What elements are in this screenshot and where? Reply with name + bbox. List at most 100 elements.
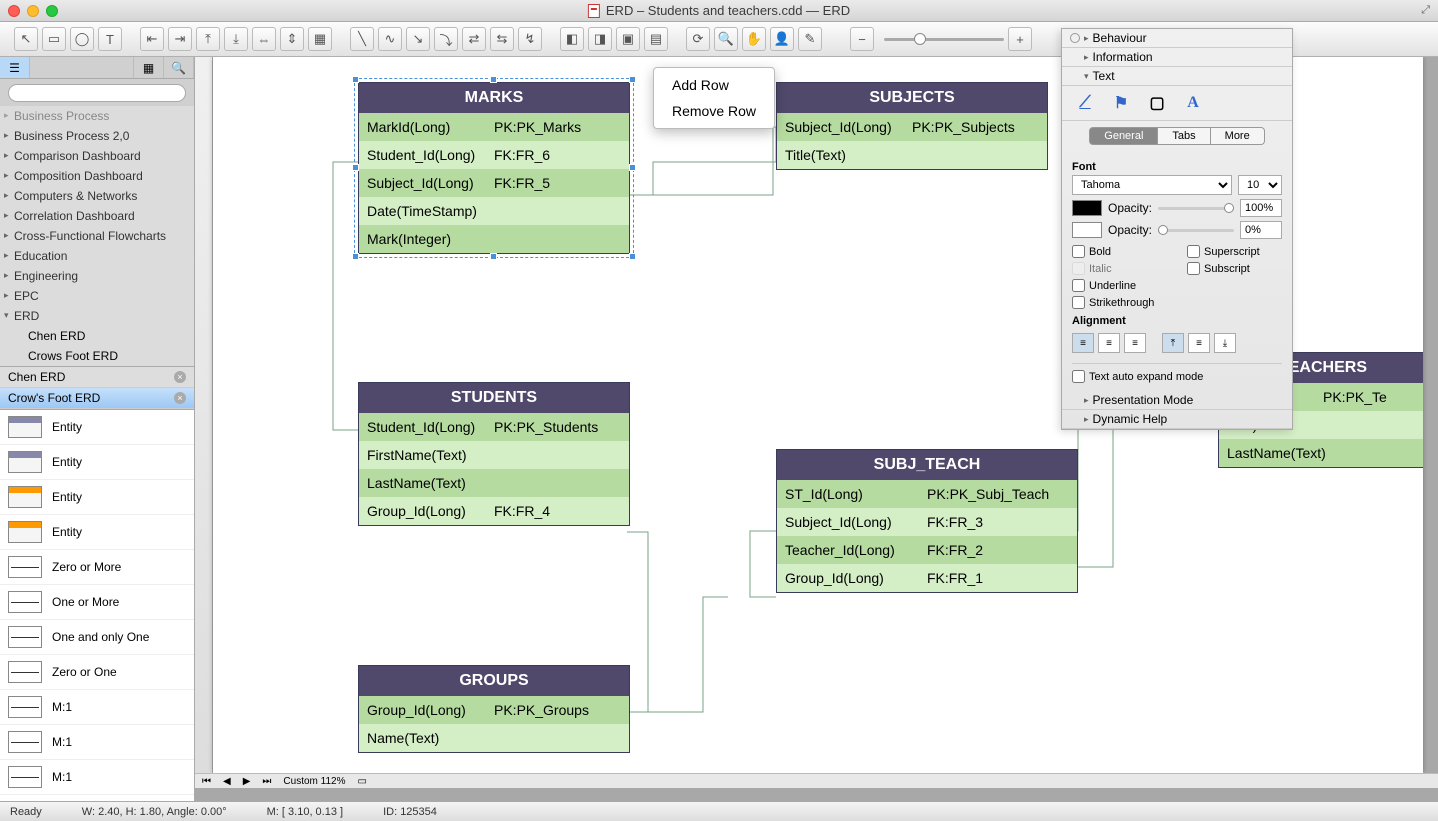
ruler-toggle-icon[interactable]: ▭ — [354, 776, 369, 787]
tree-item-erd[interactable]: ERD — [0, 306, 194, 326]
tree-item[interactable]: Computers & Networks — [0, 186, 194, 206]
table-row[interactable]: FirstName(Text) — [359, 441, 629, 469]
connector-tool-2[interactable]: ⤵ — [434, 27, 458, 51]
opacity-value-fill[interactable] — [1240, 199, 1282, 217]
bold-checkbox[interactable] — [1072, 245, 1085, 258]
erd-table-students[interactable]: STUDENTS Student_Id(Long)PK:PK_Students … — [358, 382, 630, 526]
connector-tool-1[interactable]: ↘ — [406, 27, 430, 51]
tree-item[interactable]: Correlation Dashboard — [0, 206, 194, 226]
inspector-tab-more[interactable]: More — [1211, 127, 1265, 145]
align-tool-3[interactable]: ⤒ — [196, 27, 220, 51]
valign-top-button[interactable]: ⤒ — [1162, 333, 1184, 353]
tree-item[interactable]: Education — [0, 246, 194, 266]
table-row[interactable]: Subject_Id(Long)PK:PK_Subjects — [777, 113, 1047, 141]
stencil-item[interactable]: One or More — [0, 585, 194, 620]
zoom-in-button[interactable]: + — [1008, 27, 1032, 51]
selection-handle[interactable] — [352, 253, 359, 260]
person-tool[interactable]: 👤 — [770, 27, 794, 51]
distribute-tool[interactable]: ▦ — [308, 27, 332, 51]
selection-handle[interactable] — [629, 164, 636, 171]
zoom-tool[interactable]: 🔍 — [714, 27, 738, 51]
layer-tool-3[interactable]: ▣ — [616, 27, 640, 51]
table-row[interactable]: Group_Id(Long)FK:FR_1 — [777, 564, 1077, 592]
zoom-level[interactable]: Custom 112% — [280, 776, 348, 787]
erd-table-subjects[interactable]: SUBJECTS Subject_Id(Long)PK:PK_Subjects … — [776, 82, 1048, 170]
layer-tool-1[interactable]: ◧ — [560, 27, 584, 51]
pointer-tool[interactable]: ↖ — [14, 27, 38, 51]
stencil-item[interactable]: Entity — [0, 480, 194, 515]
stencil-item[interactable]: M:1 — [0, 725, 194, 760]
stencil-item[interactable]: Entity — [0, 410, 194, 445]
opacity-value-line[interactable] — [1240, 221, 1282, 239]
context-menu-remove-row[interactable]: Remove Row — [654, 98, 774, 124]
align-tool-1[interactable]: ⇤ — [140, 27, 164, 51]
font-icon[interactable]: A — [1180, 92, 1206, 114]
opacity-slider-fill[interactable] — [1158, 207, 1234, 210]
inspector-tab-tabs[interactable]: Tabs — [1158, 127, 1210, 145]
library-tab-search-icon[interactable]: 🔍 — [164, 57, 194, 78]
table-row[interactable]: MarkId(Long)PK:PK_Marks — [359, 113, 629, 141]
close-window-button[interactable] — [8, 5, 20, 17]
zoom-out-button[interactable]: − — [850, 27, 874, 51]
library-search-input[interactable] — [8, 84, 186, 102]
scroll-last-icon[interactable]: ⏭ — [259, 776, 274, 787]
table-row[interactable]: Mark(Integer) — [359, 225, 629, 253]
selection-handle[interactable] — [629, 76, 636, 83]
refresh-tool[interactable]: ⟳ — [686, 27, 710, 51]
table-row[interactable]: Group_Id(Long)PK:PK_Groups — [359, 696, 629, 724]
stencil-item[interactable]: Zero or One — [0, 655, 194, 690]
valign-bottom-button[interactable]: ⤓ — [1214, 333, 1236, 353]
tree-item[interactable]: Composition Dashboard — [0, 166, 194, 186]
zoom-slider[interactable] — [884, 38, 1004, 41]
table-row[interactable]: LastName(Text) — [359, 469, 629, 497]
inspector-section-presentation[interactable]: ▸Presentation Mode — [1062, 391, 1292, 410]
horizontal-scrollbar[interactable]: ⏮ ◀ ▶ ⏭ Custom 112% ▭ — [195, 773, 1438, 788]
selection-handle[interactable] — [352, 164, 359, 171]
hand-tool[interactable]: ✋ — [742, 27, 766, 51]
align-right-button[interactable]: ≡ — [1124, 333, 1146, 353]
connector-tool-4[interactable]: ⇆ — [490, 27, 514, 51]
tree-item[interactable]: Business Process 2,0 — [0, 126, 194, 146]
tree-item[interactable]: Business Process — [0, 106, 194, 126]
tree-item[interactable]: Engineering — [0, 266, 194, 286]
inspector-section-text[interactable]: ▾Text — [1062, 67, 1292, 86]
stencil-item[interactable]: M:1 — [0, 760, 194, 795]
table-row[interactable]: Student_Id(Long)FK:FR_6 — [359, 141, 629, 169]
text-tool[interactable]: T — [98, 27, 122, 51]
minimize-window-button[interactable] — [27, 5, 39, 17]
font-select[interactable]: Tahoma — [1072, 175, 1232, 195]
inspector-section-dynamic-help[interactable]: ▸Dynamic Help — [1062, 410, 1292, 429]
erd-table-subj-teach[interactable]: SUBJ_TEACH ST_Id(Long)PK:PK_Subj_Teach S… — [776, 449, 1078, 593]
selection-handle[interactable] — [352, 76, 359, 83]
stencil-item[interactable]: Zero or More — [0, 550, 194, 585]
erd-table-groups[interactable]: GROUPS Group_Id(Long)PK:PK_Groups Name(T… — [358, 665, 630, 753]
table-row[interactable]: Teacher_Id(Long)FK:FR_2 — [777, 536, 1077, 564]
library-tab-grid[interactable]: ▦ — [134, 57, 164, 78]
close-icon[interactable]: × — [174, 392, 186, 404]
stencil-item[interactable]: M:1 — [0, 690, 194, 725]
layer-tool-2[interactable]: ◨ — [588, 27, 612, 51]
layer-tool-4[interactable]: ▤ — [644, 27, 668, 51]
table-row[interactable]: Date(TimeStamp) — [359, 197, 629, 225]
stencil-item[interactable]: One and only One — [0, 620, 194, 655]
maximize-window-button[interactable] — [46, 5, 58, 17]
stencil-item[interactable]: Entity — [0, 445, 194, 480]
table-row[interactable]: LastName(Text) — [1219, 439, 1423, 467]
selection-handle[interactable] — [629, 253, 636, 260]
scroll-prev-icon[interactable]: ◀ — [220, 776, 234, 787]
table-row[interactable]: Group_Id(Long)FK:FR_4 — [359, 497, 629, 525]
valign-middle-button[interactable]: ≡ — [1188, 333, 1210, 353]
font-size-select[interactable]: 10 — [1238, 175, 1282, 195]
underline-checkbox[interactable] — [1072, 279, 1085, 292]
table-row[interactable]: ST_Id(Long)PK:PK_Subj_Teach — [777, 480, 1077, 508]
stencil-item[interactable]: Entity — [0, 515, 194, 550]
inspector-tab-general[interactable]: General — [1089, 127, 1158, 145]
selection-handle[interactable] — [490, 76, 497, 83]
library-tab-tree[interactable]: ☰ — [0, 57, 30, 78]
align-tool-4[interactable]: ⤓ — [224, 27, 248, 51]
erd-table-marks[interactable]: MARKS MarkId(Long)PK:PK_Marks Student_Id… — [358, 82, 630, 254]
close-icon[interactable]: × — [174, 371, 186, 383]
table-row[interactable]: Subject_Id(Long)FK:FR_5 — [359, 169, 629, 197]
underline-style-icon[interactable]: ⟋ — [1072, 92, 1098, 114]
tree-item[interactable]: Comparison Dashboard — [0, 146, 194, 166]
